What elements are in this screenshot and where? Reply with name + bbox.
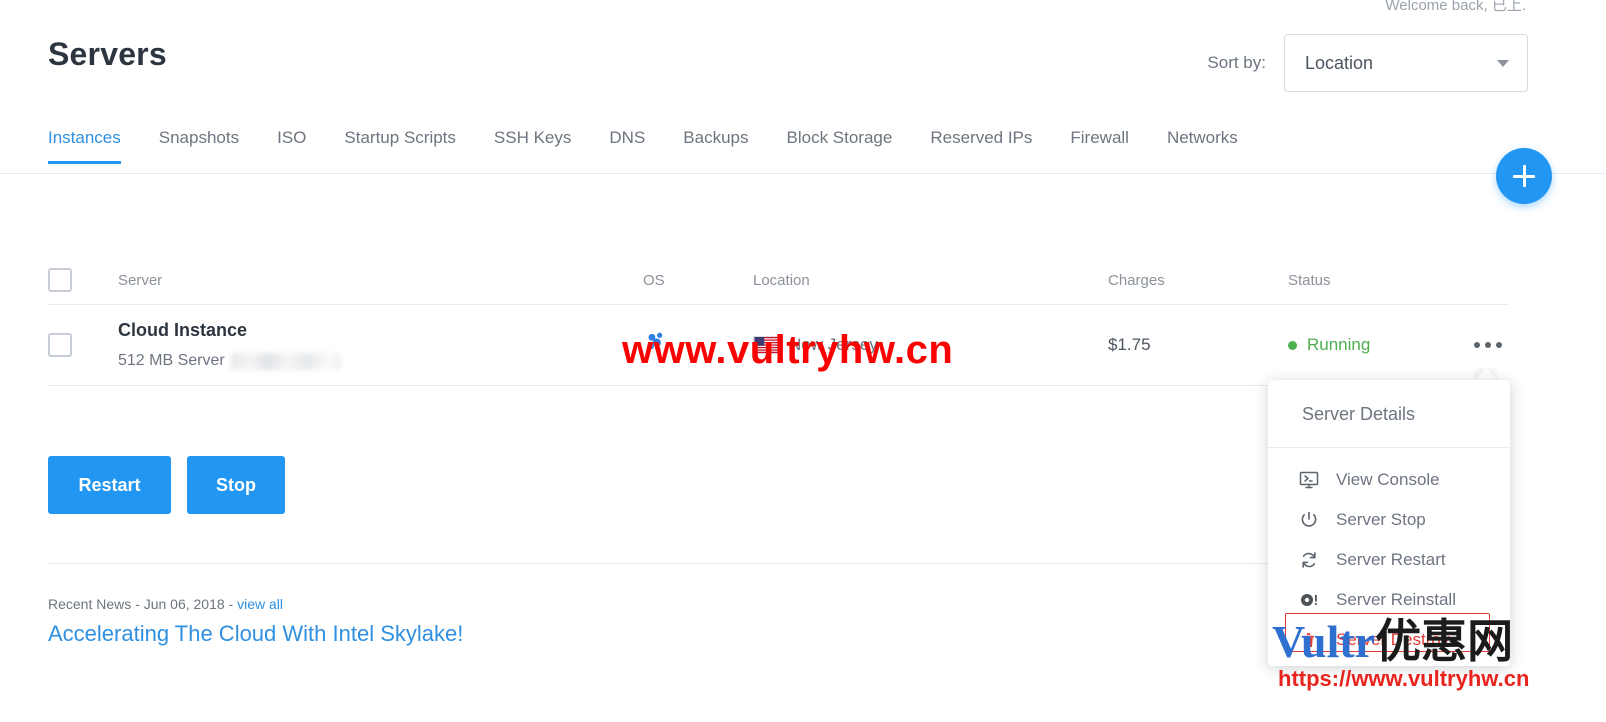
row-more-button[interactable] xyxy=(1468,334,1508,356)
menu-item-server-restart[interactable]: Server Restart xyxy=(1268,540,1510,580)
tab-firewall[interactable]: Firewall xyxy=(1070,128,1129,164)
tab-backups[interactable]: Backups xyxy=(683,128,748,164)
bulk-actions: Restart Stop xyxy=(48,456,285,514)
column-header-location[interactable]: Location xyxy=(753,272,1108,289)
news-headline-link[interactable]: Accelerating The Cloud With Intel Skylak… xyxy=(48,621,463,647)
menu-item-label: Server Destroy xyxy=(1336,630,1450,649)
tab-dns[interactable]: DNS xyxy=(609,128,645,164)
sort-select[interactable]: Location xyxy=(1284,34,1528,92)
restart-button[interactable]: Restart xyxy=(48,456,171,514)
power-icon xyxy=(1298,509,1320,531)
menu-item-label: View Console xyxy=(1336,470,1440,489)
column-header-server[interactable]: Server xyxy=(118,272,643,289)
tab-block-storage[interactable]: Block Storage xyxy=(787,128,893,164)
row-actions-cell xyxy=(1468,334,1508,356)
menu-item-label: Server Restart xyxy=(1336,550,1446,569)
table-header-row: Server OS Location Charges Status xyxy=(48,256,1508,304)
servers-table: Server OS Location Charges Status Cloud … xyxy=(48,256,1508,386)
trash-icon xyxy=(1298,629,1320,651)
server-ip-redacted xyxy=(230,352,341,370)
us-flag-icon xyxy=(753,336,779,354)
reinstall-icon xyxy=(1298,589,1320,611)
plus-icon xyxy=(1522,165,1526,187)
tab-bar: Instances Snapshots ISO Startup Scripts SSH … xyxy=(48,128,1468,164)
menu-item-server-details[interactable]: Server Details xyxy=(1268,380,1510,448)
menu-item-server-stop[interactable]: Server Stop xyxy=(1268,500,1510,540)
welcome-text: Welcome back, 已上. xyxy=(1385,0,1526,14)
news-meta: Recent News - Jun 06, 2018 - view all xyxy=(48,596,283,612)
sort-selected-value: Location xyxy=(1305,52,1374,73)
ellipsis-icon xyxy=(1496,342,1502,348)
menu-item-list: View Console Server Stop Server Restart Ser… xyxy=(1268,448,1510,660)
ellipsis-icon xyxy=(1485,342,1491,348)
tab-instances[interactable]: Instances xyxy=(48,128,121,164)
menu-item-server-reinstall[interactable]: Server Reinstall xyxy=(1268,580,1510,620)
tab-networks[interactable]: Networks xyxy=(1167,128,1238,164)
stop-button[interactable]: Stop xyxy=(187,456,285,514)
coreos-icon xyxy=(648,332,663,351)
server-name[interactable]: Cloud Instance xyxy=(118,320,643,342)
table-row[interactable]: Cloud Instance 512 MB Server New Jersey … xyxy=(48,304,1508,386)
os-cell xyxy=(643,330,753,361)
row-checkbox[interactable] xyxy=(48,333,72,357)
add-server-button[interactable] xyxy=(1496,148,1552,204)
menu-item-label: Server Reinstall xyxy=(1336,590,1456,609)
sort-control: Sort by: Location xyxy=(1207,34,1528,92)
row-select-cell xyxy=(48,333,118,357)
menu-item-server-destroy[interactable]: Server Destroy xyxy=(1268,620,1510,660)
column-header-charges[interactable]: Charges xyxy=(1108,272,1288,289)
status-dot-icon xyxy=(1288,340,1297,350)
tab-bar-divider xyxy=(0,173,1606,174)
status-badge: Running xyxy=(1307,335,1371,354)
server-plan-row: 512 MB Server xyxy=(118,352,643,370)
status-cell: Running xyxy=(1288,335,1468,355)
tab-reserved-ips[interactable]: Reserved IPs xyxy=(930,128,1032,164)
menu-item-view-console[interactable]: View Console xyxy=(1268,460,1510,500)
news-meta-text: Recent News - Jun 06, 2018 - xyxy=(48,596,238,612)
chevron-down-icon xyxy=(1497,59,1509,67)
tab-ssh-keys[interactable]: SSH Keys xyxy=(494,128,571,164)
column-header-status[interactable]: Status xyxy=(1288,272,1468,289)
charges-amount: $1.75 xyxy=(1108,335,1151,354)
watermark-url: https://www.vultryhw.cn xyxy=(1278,666,1530,691)
server-actions-menu: Server Details View Console Server Stop Se… xyxy=(1268,380,1510,666)
news-view-all-link[interactable]: view all xyxy=(237,596,283,612)
page-title: Servers xyxy=(48,36,167,72)
ellipsis-icon xyxy=(1474,342,1480,348)
server-plan: 512 MB Server xyxy=(118,352,225,370)
location-name: New Jersey xyxy=(789,335,878,354)
select-all-cell xyxy=(48,268,118,292)
servers-page: Welcome back, 已上. Servers Sort by: Locat… xyxy=(0,0,1606,722)
location-cell: New Jersey xyxy=(753,335,1108,355)
tab-snapshots[interactable]: Snapshots xyxy=(159,128,239,164)
menu-item-label: Server Stop xyxy=(1336,510,1426,529)
select-all-checkbox[interactable] xyxy=(48,268,72,292)
tab-startup-scripts[interactable]: Startup Scripts xyxy=(344,128,456,164)
console-icon xyxy=(1298,469,1320,491)
charges-cell: $1.75 xyxy=(1108,335,1288,355)
tab-iso[interactable]: ISO xyxy=(277,128,306,164)
column-header-os[interactable]: OS xyxy=(643,272,753,289)
server-cell: Cloud Instance 512 MB Server xyxy=(118,320,643,371)
sort-label: Sort by: xyxy=(1207,53,1266,72)
restart-icon xyxy=(1298,549,1320,571)
